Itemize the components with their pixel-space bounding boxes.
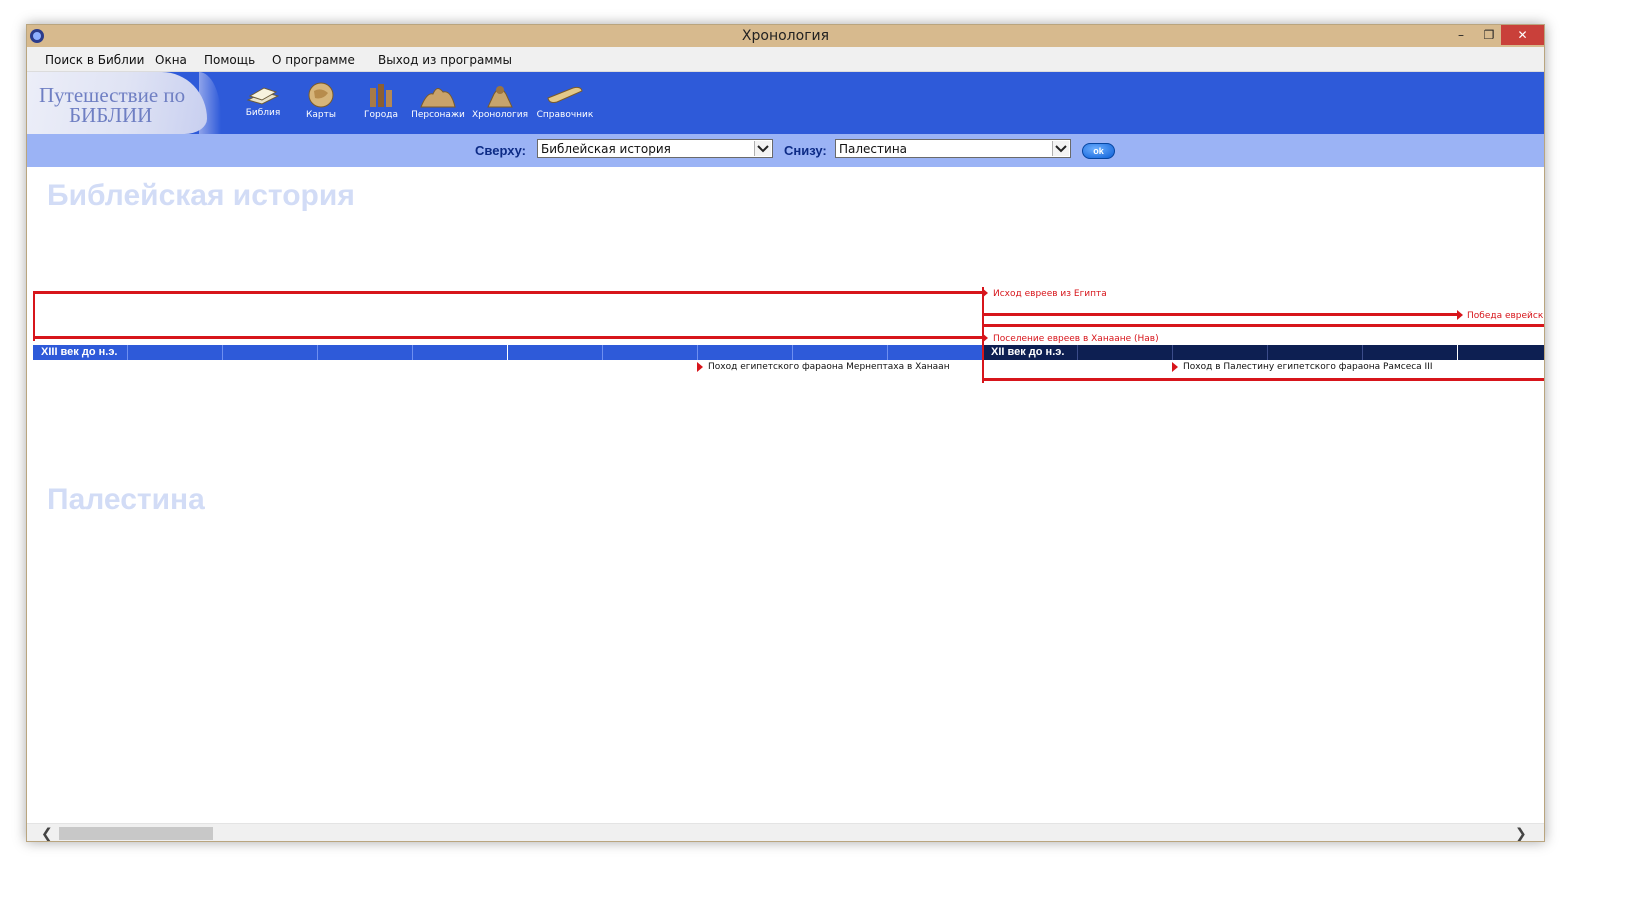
- event-arrow-ramesses: [1172, 362, 1178, 372]
- city-icon: [370, 84, 392, 107]
- characters-icon: [420, 88, 456, 108]
- menu-windows[interactable]: Окна: [155, 53, 187, 67]
- decade-tick: [1077, 345, 1078, 360]
- chronology-icon: [487, 86, 513, 108]
- chevron-down-icon: [757, 145, 769, 153]
- decade-tick: [317, 345, 318, 360]
- event-label-settlement[interactable]: Поселение евреев в Ханаане (Нав): [993, 334, 1159, 344]
- window-title: Хронология: [741, 28, 830, 44]
- century-label-13: XIII век до н.э.: [41, 346, 118, 358]
- book-icon: [246, 87, 280, 105]
- tool-chronology-label: Хронология: [471, 110, 529, 120]
- century-label-12: XII век до н.э.: [991, 346, 1065, 358]
- tool-reference[interactable]: Справочник: [535, 82, 595, 120]
- event-label-victory[interactable]: Победа еврейск: [1467, 311, 1543, 321]
- century-bar-13[interactable]: XIII век до н.э.: [33, 345, 983, 360]
- main-toolbar: Путешествие по БИБЛИИ Библия Карты Город: [27, 72, 1544, 134]
- tool-characters[interactable]: Персонажи: [408, 82, 468, 120]
- decade-tick: [887, 345, 888, 360]
- decade-tick: [507, 345, 508, 360]
- menu-help[interactable]: Помощь: [204, 53, 255, 67]
- timeline-canvas: Библейская история Исход евреев из Египт…: [27, 167, 1544, 823]
- title-bar[interactable]: Хронология – ❐ ✕: [27, 25, 1544, 47]
- menu-about[interactable]: О программе: [272, 53, 355, 67]
- filter-bar: Сверху: Библейская история Снизу: Палест…: [27, 134, 1544, 167]
- logo-line-2: БИБЛИИ: [69, 103, 153, 127]
- menu-search-bible[interactable]: Поиск в Библии: [45, 53, 144, 67]
- decade-tick: [792, 345, 793, 360]
- decade-tick: [412, 345, 413, 360]
- chevron-down-icon: [1055, 145, 1067, 153]
- tool-cities[interactable]: Города: [351, 82, 411, 120]
- scroll-icon: [547, 86, 583, 103]
- top-filter-label: Сверху:: [475, 143, 526, 158]
- menu-bar: Поиск в Библии Окна Помощь О программе В…: [27, 47, 1544, 72]
- bottom-section-title: Палестина: [47, 483, 205, 516]
- tool-maps[interactable]: Карты: [291, 82, 351, 120]
- ok-button[interactable]: ok: [1082, 143, 1115, 159]
- bottom-filter-dropdown[interactable]: [1052, 141, 1069, 156]
- event-label-exodus[interactable]: Исход евреев из Египта: [993, 289, 1107, 299]
- decade-tick: [127, 345, 128, 360]
- century-boundary-marker: [982, 287, 984, 383]
- tool-characters-label: Персонажи: [411, 110, 465, 120]
- decade-tick: [602, 345, 603, 360]
- top-filter-value: Библейская история: [541, 142, 671, 156]
- map-icon: [308, 82, 334, 108]
- top-section-title: Библейская история: [47, 179, 355, 212]
- close-button[interactable]: ✕: [1501, 25, 1544, 45]
- decade-tick: [1267, 345, 1268, 360]
- menu-exit[interactable]: Выход из программы: [378, 53, 512, 67]
- logo: Путешествие по БИБЛИИ: [27, 72, 207, 134]
- event-label-ramesses[interactable]: Поход в Палестину египетского фараона Ра…: [1183, 362, 1433, 372]
- event-line-exodus: [33, 291, 983, 294]
- event-line-below: [983, 378, 1544, 381]
- decade-tick: [1362, 345, 1363, 360]
- top-filter-select[interactable]: Библейская история: [537, 139, 773, 158]
- event-line-victory: [983, 313, 1458, 316]
- decade-tick: [222, 345, 223, 360]
- event-line-settlement: [33, 336, 983, 339]
- tool-bible-label: Библия: [245, 108, 281, 118]
- tool-reference-label: Справочник: [536, 110, 594, 120]
- scrollbar-thumb[interactable]: [59, 827, 213, 840]
- horizontal-scrollbar[interactable]: ❮ ❯: [27, 823, 1544, 841]
- tool-chronology[interactable]: Хронология: [470, 82, 530, 120]
- top-filter-dropdown[interactable]: [754, 141, 771, 156]
- tool-bible[interactable]: Библия: [233, 82, 293, 118]
- minimize-button[interactable]: –: [1447, 25, 1475, 45]
- decade-tick: [697, 345, 698, 360]
- tool-cities-label: Города: [364, 110, 398, 120]
- bottom-filter-label: Снизу:: [784, 143, 827, 158]
- decade-tick: [1172, 345, 1173, 360]
- app-window: Хронология – ❐ ✕ Поиск в Библии Окна Пом…: [26, 24, 1545, 842]
- decade-tick: [1457, 345, 1458, 360]
- bottom-filter-value: Палестина: [839, 142, 908, 156]
- scroll-left-arrow-icon[interactable]: ❮: [41, 825, 53, 841]
- century-bar-12[interactable]: XII век до н.э.: [983, 345, 1544, 360]
- event-arrow-victory: [1457, 310, 1463, 320]
- bottom-filter-select[interactable]: Палестина: [835, 139, 1071, 158]
- event-label-merneptah[interactable]: Поход египетского фараона Мернептаха в Х…: [708, 362, 950, 372]
- scroll-right-arrow-icon[interactable]: ❯: [1515, 825, 1527, 841]
- event-arrow-merneptah: [697, 362, 703, 372]
- tool-maps-label: Карты: [306, 110, 336, 120]
- event-line-continued: [983, 324, 1544, 327]
- maximize-button[interactable]: ❐: [1475, 25, 1503, 45]
- event-marker-start: [33, 291, 35, 341]
